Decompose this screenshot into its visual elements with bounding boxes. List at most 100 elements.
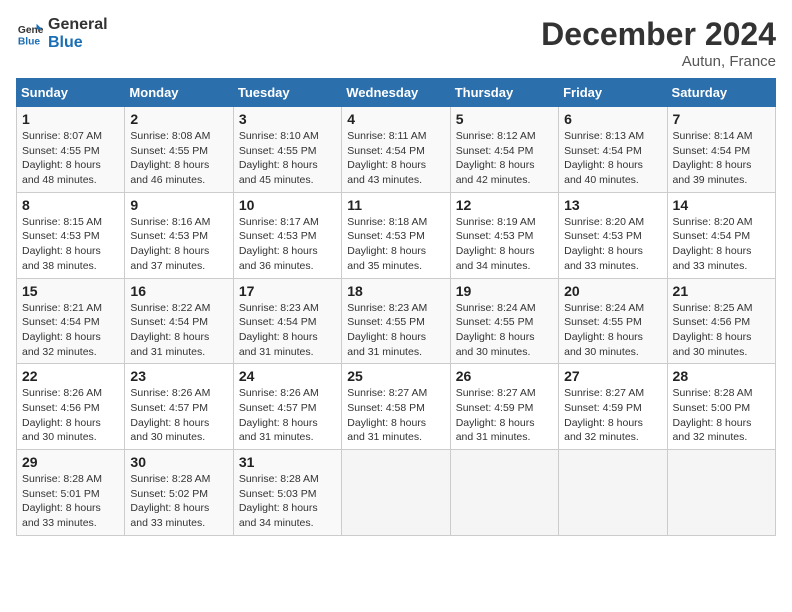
day-number: 7 <box>673 111 770 127</box>
calendar-cell: 22Sunrise: 8:26 AMSunset: 4:56 PMDayligh… <box>17 364 125 450</box>
svg-text:Blue: Blue <box>18 36 41 47</box>
calendar-cell: 7 Sunrise: 8:14 AMSunset: 4:54 PMDaylight… <box>667 107 775 193</box>
day-info: Sunrise: 8:25 AMSunset: 4:56 PMDaylight:… <box>673 301 770 360</box>
day-info: Sunrise: 8:13 AMSunset: 4:54 PMDaylight:… <box>564 129 661 188</box>
calendar-cell: 14 Sunrise: 8:20 AMSunset: 4:54 PMDayligh… <box>667 192 775 278</box>
day-info: Sunrise: 8:14 AMSunset: 4:54 PMDaylight:… <box>673 129 770 188</box>
day-info: Sunrise: 8:17 AMSunset: 4:53 PMDaylight:… <box>239 215 336 274</box>
calendar-table: SundayMondayTuesdayWednesdayThursdayFrid… <box>16 78 776 536</box>
calendar-cell: 26 Sunrise: 8:27 AMSunset: 4:59 PMDayligh… <box>450 364 558 450</box>
calendar-row-3: 15Sunrise: 8:21 AMSunset: 4:54 PMDayligh… <box>17 278 776 364</box>
day-number: 25 <box>347 368 444 384</box>
day-info: Sunrise: 8:12 AMSunset: 4:54 PMDaylight:… <box>456 129 553 188</box>
day-info: Sunrise: 8:23 AMSunset: 4:55 PMDaylight:… <box>347 301 444 360</box>
calendar-cell <box>342 450 450 536</box>
day-info: Sunrise: 8:24 AMSunset: 4:55 PMDaylight:… <box>564 301 661 360</box>
day-number: 3 <box>239 111 336 127</box>
day-number: 11 <box>347 197 444 213</box>
calendar-cell: 12Sunrise: 8:19 AMSunset: 4:53 PMDayligh… <box>450 192 558 278</box>
calendar-row-5: 29 Sunrise: 8:28 AMSunset: 5:01 PMDayligh… <box>17 450 776 536</box>
day-number: 27 <box>564 368 661 384</box>
day-number: 29 <box>22 454 119 470</box>
calendar-cell: 20 Sunrise: 8:24 AMSunset: 4:55 PMDayligh… <box>559 278 667 364</box>
calendar-cell: 28 Sunrise: 8:28 AMSunset: 5:00 PMDayligh… <box>667 364 775 450</box>
calendar-cell: 27Sunrise: 8:27 AMSunset: 4:59 PMDayligh… <box>559 364 667 450</box>
calendar-cell: 17 Sunrise: 8:23 AMSunset: 4:54 PMDayligh… <box>233 278 341 364</box>
month-title: December 2024 <box>541 16 776 53</box>
location: Autun, France <box>541 53 776 70</box>
day-number: 10 <box>239 197 336 213</box>
calendar-cell <box>559 450 667 536</box>
calendar-cell: 15Sunrise: 8:21 AMSunset: 4:54 PMDayligh… <box>17 278 125 364</box>
day-info: Sunrise: 8:21 AMSunset: 4:54 PMDaylight:… <box>22 301 119 360</box>
calendar-cell: 5 Sunrise: 8:12 AMSunset: 4:54 PMDaylight… <box>450 107 558 193</box>
day-info: Sunrise: 8:08 AMSunset: 4:55 PMDaylight:… <box>130 129 227 188</box>
calendar-cell: 1Sunrise: 8:07 AMSunset: 4:55 PMDaylight… <box>17 107 125 193</box>
header-friday: Friday <box>559 79 667 107</box>
day-info: Sunrise: 8:27 AMSunset: 4:59 PMDaylight:… <box>456 386 553 445</box>
day-info: Sunrise: 8:27 AMSunset: 4:58 PMDaylight:… <box>347 386 444 445</box>
day-info: Sunrise: 8:26 AMSunset: 4:57 PMDaylight:… <box>130 386 227 445</box>
day-info: Sunrise: 8:28 AMSunset: 5:00 PMDaylight:… <box>673 386 770 445</box>
day-info: Sunrise: 8:20 AMSunset: 4:53 PMDaylight:… <box>564 215 661 274</box>
logo-blue: Blue <box>48 34 108 52</box>
day-info: Sunrise: 8:15 AMSunset: 4:53 PMDaylight:… <box>22 215 119 274</box>
calendar-cell: 4 Sunrise: 8:11 AMSunset: 4:54 PMDaylight… <box>342 107 450 193</box>
calendar-cell: 24Sunrise: 8:26 AMSunset: 4:57 PMDayligh… <box>233 364 341 450</box>
day-number: 30 <box>130 454 227 470</box>
calendar-cell: 30 Sunrise: 8:28 AMSunset: 5:02 PMDayligh… <box>125 450 233 536</box>
calendar-cell: 13 Sunrise: 8:20 AMSunset: 4:53 PMDayligh… <box>559 192 667 278</box>
day-number: 16 <box>130 283 227 299</box>
day-info: Sunrise: 8:28 AMSunset: 5:01 PMDaylight:… <box>22 472 119 531</box>
calendar-cell <box>450 450 558 536</box>
logo-general: General <box>48 16 108 34</box>
day-info: Sunrise: 8:16 AMSunset: 4:53 PMDaylight:… <box>130 215 227 274</box>
day-number: 8 <box>22 197 119 213</box>
day-info: Sunrise: 8:19 AMSunset: 4:53 PMDaylight:… <box>456 215 553 274</box>
calendar-cell: 18 Sunrise: 8:23 AMSunset: 4:55 PMDayligh… <box>342 278 450 364</box>
header-tuesday: Tuesday <box>233 79 341 107</box>
calendar-header-row: SundayMondayTuesdayWednesdayThursdayFrid… <box>17 79 776 107</box>
day-info: Sunrise: 8:28 AMSunset: 5:02 PMDaylight:… <box>130 472 227 531</box>
calendar-cell: 3 Sunrise: 8:10 AMSunset: 4:55 PMDaylight… <box>233 107 341 193</box>
day-number: 13 <box>564 197 661 213</box>
day-info: Sunrise: 8:20 AMSunset: 4:54 PMDaylight:… <box>673 215 770 274</box>
day-number: 1 <box>22 111 119 127</box>
day-number: 4 <box>347 111 444 127</box>
day-number: 9 <box>130 197 227 213</box>
calendar-cell: 21 Sunrise: 8:25 AMSunset: 4:56 PMDayligh… <box>667 278 775 364</box>
day-number: 5 <box>456 111 553 127</box>
day-info: Sunrise: 8:24 AMSunset: 4:55 PMDaylight:… <box>456 301 553 360</box>
header-monday: Monday <box>125 79 233 107</box>
calendar-cell: 25 Sunrise: 8:27 AMSunset: 4:58 PMDayligh… <box>342 364 450 450</box>
day-number: 2 <box>130 111 227 127</box>
day-number: 23 <box>130 368 227 384</box>
calendar-cell: 9 Sunrise: 8:16 AMSunset: 4:53 PMDaylight… <box>125 192 233 278</box>
calendar-cell: 31Sunrise: 8:28 AMSunset: 5:03 PMDayligh… <box>233 450 341 536</box>
logo-icon: General Blue <box>16 20 44 48</box>
day-number: 20 <box>564 283 661 299</box>
calendar-row-4: 22Sunrise: 8:26 AMSunset: 4:56 PMDayligh… <box>17 364 776 450</box>
calendar-cell: 29 Sunrise: 8:28 AMSunset: 5:01 PMDayligh… <box>17 450 125 536</box>
calendar-cell: 8 Sunrise: 8:15 AMSunset: 4:53 PMDaylight… <box>17 192 125 278</box>
page-header: General Blue General Blue December 2024 … <box>16 16 776 70</box>
day-info: Sunrise: 8:10 AMSunset: 4:55 PMDaylight:… <box>239 129 336 188</box>
day-number: 28 <box>673 368 770 384</box>
day-number: 14 <box>673 197 770 213</box>
day-info: Sunrise: 8:11 AMSunset: 4:54 PMDaylight:… <box>347 129 444 188</box>
svg-text:General: General <box>18 25 44 36</box>
day-number: 22 <box>22 368 119 384</box>
day-number: 21 <box>673 283 770 299</box>
header-sunday: Sunday <box>17 79 125 107</box>
day-info: Sunrise: 8:18 AMSunset: 4:53 PMDaylight:… <box>347 215 444 274</box>
day-number: 18 <box>347 283 444 299</box>
day-info: Sunrise: 8:23 AMSunset: 4:54 PMDaylight:… <box>239 301 336 360</box>
day-number: 26 <box>456 368 553 384</box>
calendar-cell: 11 Sunrise: 8:18 AMSunset: 4:53 PMDayligh… <box>342 192 450 278</box>
day-number: 24 <box>239 368 336 384</box>
header-thursday: Thursday <box>450 79 558 107</box>
day-number: 17 <box>239 283 336 299</box>
day-info: Sunrise: 8:22 AMSunset: 4:54 PMDaylight:… <box>130 301 227 360</box>
calendar-cell: 23 Sunrise: 8:26 AMSunset: 4:57 PMDayligh… <box>125 364 233 450</box>
day-info: Sunrise: 8:28 AMSunset: 5:03 PMDaylight:… <box>239 472 336 531</box>
